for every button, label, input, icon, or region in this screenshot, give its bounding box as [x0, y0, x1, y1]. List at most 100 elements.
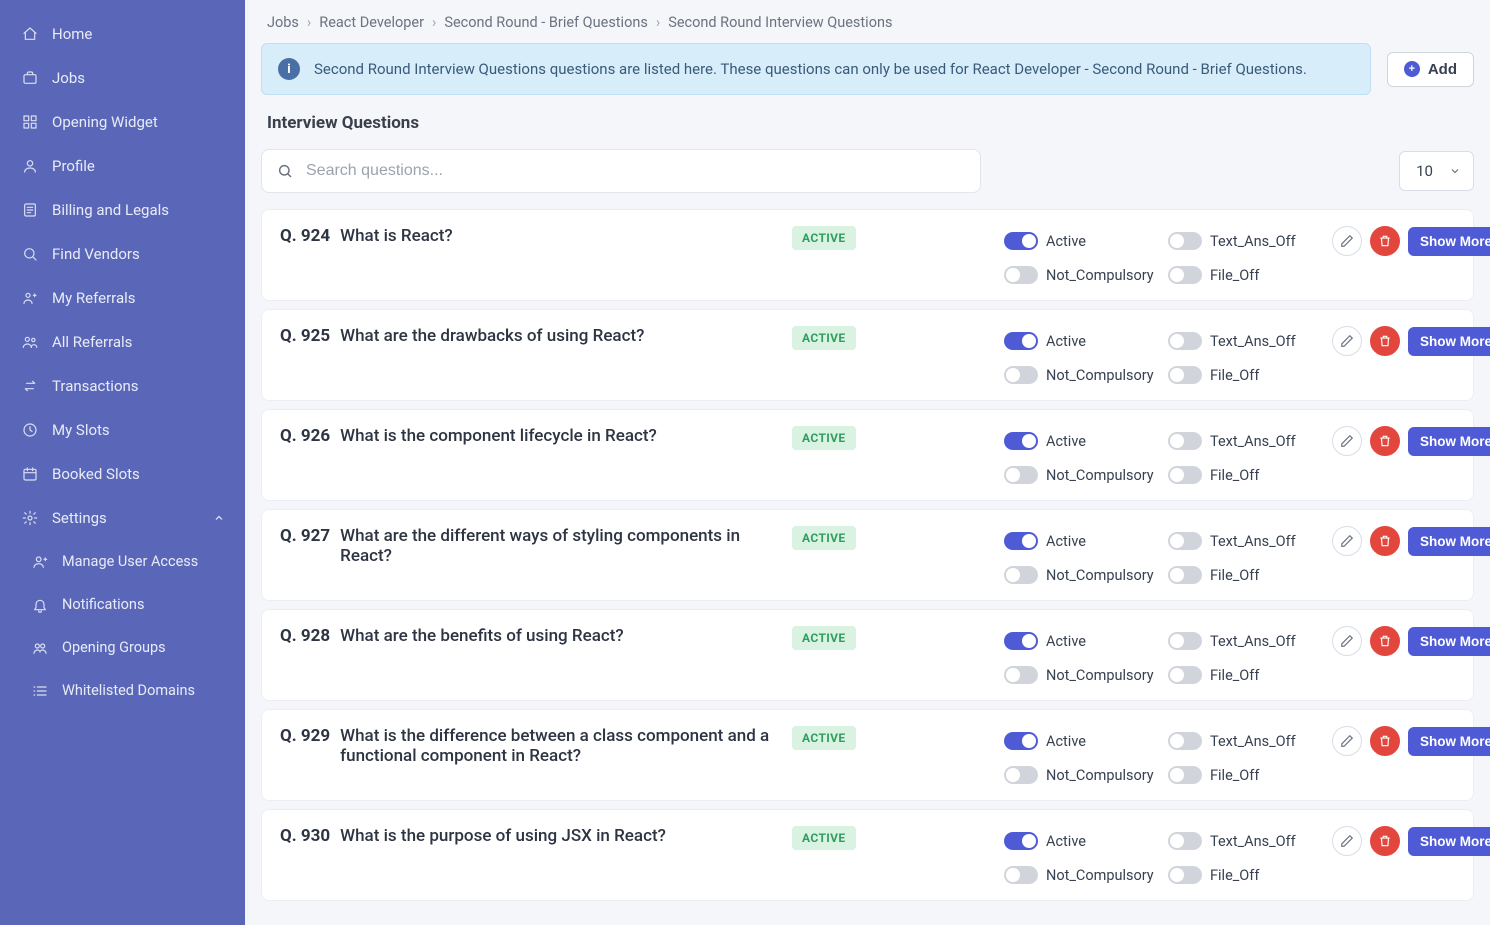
toggle-text-ans[interactable] — [1168, 832, 1202, 850]
sidebar-subitem-whitelisted-domains[interactable]: Whitelisted Domains — [0, 669, 245, 712]
toggle-compulsory[interactable] — [1004, 666, 1038, 684]
toggle-text-ans[interactable] — [1168, 432, 1202, 450]
question-text: What are the different ways of styling c… — [340, 526, 780, 566]
edit-button[interactable] — [1332, 426, 1362, 456]
toggle-active[interactable] — [1004, 432, 1038, 450]
status-badge: ACTIVE — [792, 426, 856, 450]
show-more-button[interactable]: Show More — [1408, 327, 1490, 356]
delete-button[interactable] — [1370, 726, 1400, 756]
toggle-compulsory[interactable] — [1004, 366, 1038, 384]
edit-button[interactable] — [1332, 826, 1362, 856]
question-number: Q. 926 — [280, 426, 330, 446]
toggle-active[interactable] — [1004, 532, 1038, 550]
toggle-file-label: File_Off — [1210, 767, 1259, 784]
page-size-select[interactable]: 10 — [1399, 151, 1474, 191]
referrals-icon — [20, 334, 40, 350]
sidebar-item-my-referrals[interactable]: My Referrals — [0, 276, 245, 320]
delete-button[interactable] — [1370, 326, 1400, 356]
sidebar-item-settings[interactable]: Settings — [0, 496, 245, 540]
toggle-compulsory-label: Not_Compulsory — [1046, 667, 1154, 684]
breadcrumb-item[interactable]: Second Round - Brief Questions — [444, 14, 648, 31]
sidebar-item-transactions[interactable]: Transactions — [0, 364, 245, 408]
toggle-file[interactable] — [1168, 666, 1202, 684]
delete-button[interactable] — [1370, 426, 1400, 456]
question-number: Q. 925 — [280, 326, 330, 346]
transactions-icon — [20, 378, 40, 394]
toggle-active[interactable] — [1004, 332, 1038, 350]
chevron-right-icon: › — [656, 14, 660, 31]
toggle-file[interactable] — [1168, 866, 1202, 884]
sidebar-item-billing-and-legals[interactable]: Billing and Legals — [0, 188, 245, 232]
sidebar-item-my-slots[interactable]: My Slots — [0, 408, 245, 452]
status-badge: ACTIVE — [792, 726, 856, 750]
sidebar-subitem-notifications[interactable]: Notifications — [0, 583, 245, 626]
toggle-compulsory[interactable] — [1004, 266, 1038, 284]
delete-button[interactable] — [1370, 226, 1400, 256]
toggle-compulsory-label: Not_Compulsory — [1046, 867, 1154, 884]
home-icon — [20, 26, 40, 42]
toggle-file[interactable] — [1168, 266, 1202, 284]
briefcase-icon — [20, 70, 40, 86]
status-badge: ACTIVE — [792, 226, 856, 250]
toggle-text-ans[interactable] — [1168, 332, 1202, 350]
sidebar-item-home[interactable]: Home — [0, 12, 245, 56]
sidebar-item-booked-slots[interactable]: Booked Slots — [0, 452, 245, 496]
plus-icon: + — [1404, 61, 1420, 77]
toggle-text-ans[interactable] — [1168, 532, 1202, 550]
toggle-file[interactable] — [1168, 766, 1202, 784]
calendar-icon — [20, 466, 40, 482]
edit-button[interactable] — [1332, 226, 1362, 256]
sidebar-item-opening-widget[interactable]: Opening Widget — [0, 100, 245, 144]
show-more-button[interactable]: Show More — [1408, 527, 1490, 556]
toggle-compulsory[interactable] — [1004, 766, 1038, 784]
edit-button[interactable] — [1332, 726, 1362, 756]
toggle-file[interactable] — [1168, 366, 1202, 384]
delete-button[interactable] — [1370, 826, 1400, 856]
search-input[interactable] — [261, 149, 981, 193]
breadcrumb-item[interactable]: Jobs — [267, 14, 299, 31]
question-row: Q. 924 What is React? ACTIVE Active Text… — [261, 209, 1474, 301]
sidebar-item-profile[interactable]: Profile — [0, 144, 245, 188]
edit-button[interactable] — [1332, 626, 1362, 656]
toggle-compulsory[interactable] — [1004, 866, 1038, 884]
sidebar-item-jobs[interactable]: Jobs — [0, 56, 245, 100]
toggle-text-ans-label: Text_Ans_Off — [1210, 533, 1296, 550]
breadcrumb-item[interactable]: Second Round Interview Questions — [668, 14, 892, 31]
question-number: Q. 929 — [280, 726, 330, 766]
show-more-button[interactable]: Show More — [1408, 827, 1490, 856]
toggle-active[interactable] — [1004, 632, 1038, 650]
sidebar-item-find-vendors[interactable]: Find Vendors — [0, 232, 245, 276]
show-more-button[interactable]: Show More — [1408, 627, 1490, 656]
question-text: What are the benefits of using React? — [340, 626, 624, 646]
add-button[interactable]: + Add — [1387, 52, 1474, 87]
toggle-file[interactable] — [1168, 566, 1202, 584]
delete-button[interactable] — [1370, 626, 1400, 656]
toggle-file-label: File_Off — [1210, 467, 1259, 484]
toggle-active[interactable] — [1004, 832, 1038, 850]
toggle-text-ans[interactable] — [1168, 732, 1202, 750]
sidebar-subitem-manage-user-access[interactable]: Manage User Access — [0, 540, 245, 583]
sidebar-subitem-opening-groups[interactable]: Opening Groups — [0, 626, 245, 669]
edit-button[interactable] — [1332, 526, 1362, 556]
toggle-active[interactable] — [1004, 232, 1038, 250]
toggle-compulsory[interactable] — [1004, 566, 1038, 584]
toggle-file-label: File_Off — [1210, 567, 1259, 584]
toggle-text-ans[interactable] — [1168, 632, 1202, 650]
question-number: Q. 928 — [280, 626, 330, 646]
toggle-file[interactable] — [1168, 466, 1202, 484]
show-more-button[interactable]: Show More — [1408, 427, 1490, 456]
status-badge: ACTIVE — [792, 626, 856, 650]
show-more-button[interactable]: Show More — [1408, 227, 1490, 256]
toggle-active[interactable] — [1004, 732, 1038, 750]
widget-icon — [20, 114, 40, 130]
toggle-compulsory[interactable] — [1004, 466, 1038, 484]
delete-button[interactable] — [1370, 526, 1400, 556]
question-text: What is the purpose of using JSX in Reac… — [340, 826, 666, 846]
breadcrumb-item[interactable]: React Developer — [319, 14, 424, 31]
show-more-button[interactable]: Show More — [1408, 727, 1490, 756]
toggle-file-label: File_Off — [1210, 367, 1259, 384]
status-badge: ACTIVE — [792, 826, 856, 850]
edit-button[interactable] — [1332, 326, 1362, 356]
sidebar-item-all-referrals[interactable]: All Referrals — [0, 320, 245, 364]
toggle-text-ans[interactable] — [1168, 232, 1202, 250]
